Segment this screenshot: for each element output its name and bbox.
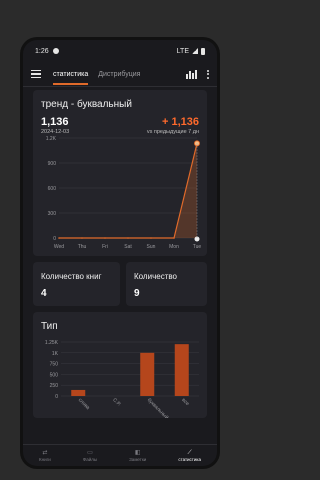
nav-files[interactable]: ▭ Файлы <box>83 450 97 462</box>
x-tick-label: Sat <box>124 244 132 250</box>
count-label: Количество <box>134 272 177 281</box>
stats-icon: ⟋ <box>187 449 192 456</box>
y-tick-label: 500 <box>50 372 59 378</box>
nav-books[interactable]: ⇄ Книги <box>39 450 51 462</box>
y-tick-label: 300 <box>48 211 57 217</box>
y-tick-label: 750 <box>50 362 59 368</box>
tab-distribution[interactable]: Дистрибуция <box>98 67 140 82</box>
nav-notes[interactable]: ◧ Заметки <box>129 450 146 462</box>
books-count-label: Количество книг <box>41 272 102 281</box>
data-point <box>127 237 129 239</box>
bar <box>174 344 189 396</box>
bar-chart-icon[interactable] <box>186 69 197 79</box>
folder-icon: ▭ <box>87 449 93 456</box>
nav-books-label: Книги <box>39 456 51 462</box>
x-tick-label: слова <box>77 397 91 411</box>
data-point <box>150 237 152 239</box>
nav-files-label: Файлы <box>82 456 98 462</box>
notification-icon <box>52 48 59 54</box>
x-tick-label: Wed <box>54 244 64 250</box>
trend-card: тренд - буквальный 1,136 2024-12-03 + 1,… <box>33 90 207 256</box>
notes-icon: ◧ <box>134 449 141 456</box>
data-point <box>104 237 106 239</box>
status-bar: 1:26 LTE <box>23 40 217 62</box>
bottom-nav: ⇄ Книги ▭ Файлы ◧ Заметки ⟋ статистика <box>23 444 217 466</box>
x-tick-label: Thu <box>78 244 87 250</box>
data-point <box>81 237 83 239</box>
y-tick-label: 1.25K <box>45 340 59 346</box>
nav-statistics[interactable]: ⟋ статистика <box>178 450 201 462</box>
data-point <box>194 140 200 147</box>
y-tick-label: 250 <box>50 383 59 389</box>
y-tick-label: 1.2K <box>46 136 57 142</box>
bar <box>140 352 155 396</box>
y-tick-label: 900 <box>48 161 57 167</box>
books-count-card: Количество книг 4 <box>33 262 120 306</box>
y-tick-label: 600 <box>48 186 57 192</box>
count-card: Количество 9 <box>126 262 207 306</box>
x-tick-label: буквальный <box>146 396 171 418</box>
books-count-value: 4 <box>41 288 47 299</box>
trend-line-chart: 0 300 600 900 1.2K Wed Thu Fri Sat Sun Mon Tue <box>46 136 202 250</box>
x-tick-label: все <box>180 397 190 407</box>
series-line <box>59 143 198 239</box>
nav-notes-label: Заметки <box>129 456 147 462</box>
app-bar: статистика Дистрибуция <box>23 62 217 86</box>
series-area <box>59 143 197 238</box>
y-tick-label: 1K <box>52 351 59 357</box>
count-value: 9 <box>134 288 140 299</box>
nav-statistics-label: статистика <box>178 456 201 462</box>
x-tick-label: C.P. <box>111 397 122 408</box>
x-tick-label: Tue <box>193 244 202 250</box>
status-time: 1:26 <box>35 47 49 55</box>
book-icon: ⇄ <box>42 449 48 456</box>
data-point <box>173 237 175 239</box>
phone-screen: 1:26 LTE статистика Дистрибуция тренд - … <box>23 40 217 466</box>
network-label: LTE <box>176 47 189 55</box>
x-tick-label: Fri <box>102 244 108 250</box>
type-bar-chart: 0 250 500 750 1K 1.25K слова C.P. буквальный все <box>45 340 199 418</box>
tab-divider <box>23 86 217 87</box>
type-card: Тип 0 250 500 750 1K 1.25K слова C.P. буквальный… <box>33 312 207 418</box>
more-vert-icon[interactable] <box>207 69 209 79</box>
bar <box>71 389 86 396</box>
battery-icon <box>201 47 205 55</box>
x-tick-label: Sun <box>147 244 156 250</box>
tab-statistics[interactable]: статистика <box>53 67 89 85</box>
menu-icon[interactable] <box>31 69 41 79</box>
y-tick-label: 0 <box>53 236 56 242</box>
x-tick-label: Mon <box>169 244 179 250</box>
signal-icon <box>192 48 198 54</box>
data-point <box>58 237 60 239</box>
y-tick-label: 0 <box>55 394 58 400</box>
